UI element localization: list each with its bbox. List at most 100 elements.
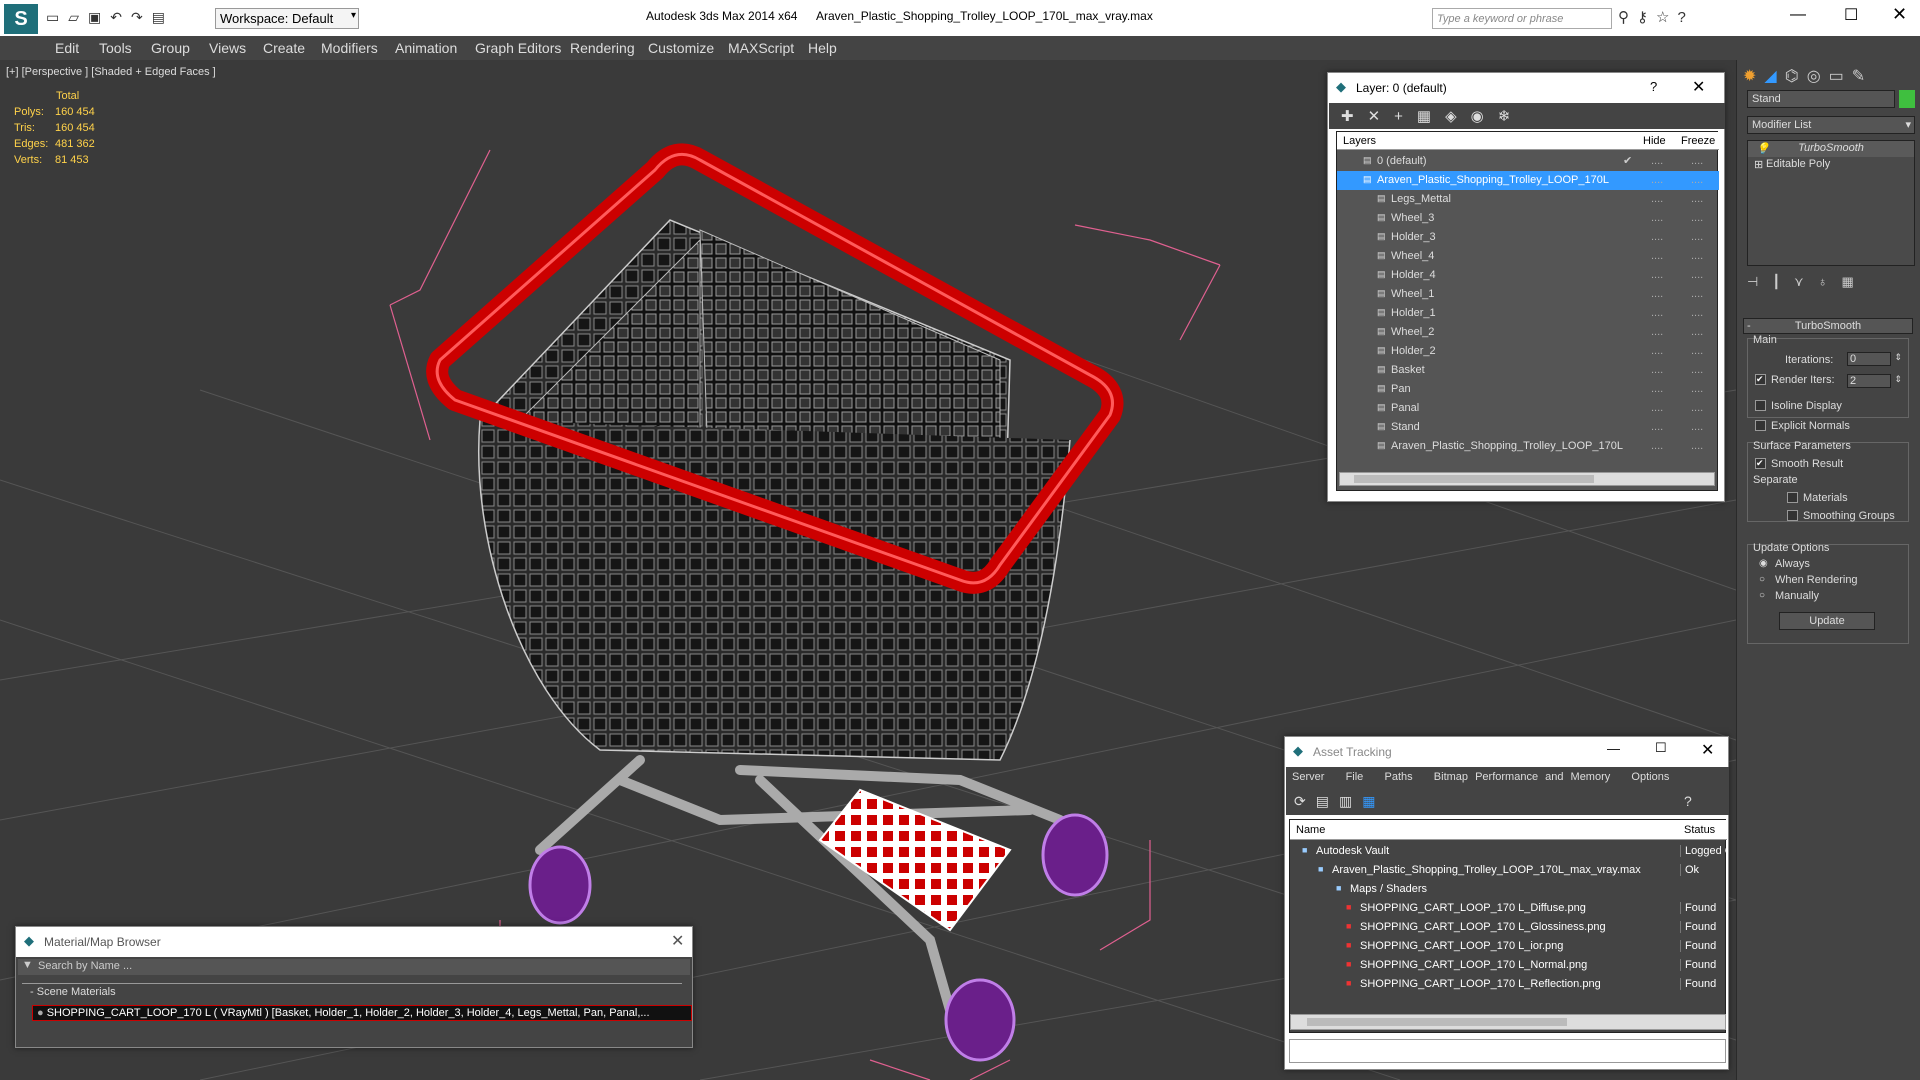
asset-menu-server[interactable]: Server [1292, 771, 1324, 783]
freeze-toggle[interactable]: .... [1691, 383, 1703, 395]
close-button[interactable]: ✕ [1692, 77, 1705, 97]
layer-row[interactable]: ▤ Wheel_2........ [1337, 323, 1719, 342]
freeze-toggle[interactable]: .... [1691, 269, 1703, 281]
col-status[interactable]: Status [1684, 824, 1715, 836]
layer-scrollbar[interactable] [1339, 472, 1715, 486]
freeze-toggle[interactable]: .... [1691, 174, 1703, 186]
asset-menu-bitmap[interactable]: Bitmap Performance and Memory [1434, 771, 1610, 783]
freeze-toggle[interactable]: .... [1691, 250, 1703, 262]
redo-icon[interactable]: ↷ [131, 9, 152, 25]
freeze-toggle[interactable]: .... [1691, 326, 1703, 338]
motion-tab-icon[interactable]: ◎ [1807, 68, 1829, 85]
select-objects-icon[interactable]: ▦ [1417, 108, 1445, 125]
maximize-button[interactable]: ☐ [1844, 5, 1858, 25]
hide-toggle[interactable]: .... [1651, 345, 1663, 357]
col-freeze[interactable]: Freeze [1681, 135, 1715, 147]
project-icon[interactable]: ▤ [152, 9, 174, 25]
maximize-button[interactable]: ☐ [1655, 740, 1667, 756]
menu-animation[interactable]: Animation [395, 40, 457, 56]
layer-row[interactable]: ▤ Stand........ [1337, 418, 1719, 437]
modifier-list-dropdown[interactable]: Modifier List ▾ [1747, 116, 1915, 134]
hide-toggle[interactable]: .... [1651, 383, 1663, 395]
key-icon[interactable]: ⚷ [1637, 9, 1656, 26]
col-hide[interactable]: Hide [1643, 135, 1666, 147]
create-layer-icon[interactable]: ✚ [1341, 108, 1368, 125]
layer-row[interactable]: ▤ Araven_Plastic_Shopping_Trolley_LOOP_17… [1337, 437, 1719, 456]
undo-icon[interactable]: ↶ [110, 9, 131, 25]
refresh-icon[interactable]: ⟳ [1294, 793, 1316, 809]
asset-row[interactable]: ■ SHOPPING_CART_LOOP_170 L_Diffuse.png Fou… [1290, 899, 1727, 918]
isoline-checkbox[interactable] [1755, 400, 1766, 411]
layer-row[interactable]: ▤ Panal........ [1337, 399, 1719, 418]
menu-edit[interactable]: Edit [55, 40, 79, 56]
menu-views[interactable]: Views [209, 40, 246, 56]
scene-materials-group[interactable]: - Scene Materials [22, 983, 682, 999]
menu-tools[interactable]: Tools [99, 40, 132, 56]
workspace-dropdown[interactable]: Workspace: Default ▾ [215, 8, 359, 29]
hide-toggle[interactable]: .... [1651, 174, 1663, 186]
hide-toggle[interactable]: .... [1651, 307, 1663, 319]
close-button[interactable]: ✕ [1701, 740, 1714, 760]
hide-toggle[interactable]: .... [1651, 212, 1663, 224]
asset-row[interactable]: ■ SHOPPING_CART_LOOP_170 L_Glossiness.png… [1290, 918, 1727, 937]
menu-create[interactable]: Create [263, 40, 305, 56]
layer-row[interactable]: ▤ Wheel_4........ [1337, 247, 1719, 266]
pin-stack-icon[interactable]: ⊣ [1747, 274, 1772, 289]
add-selected-icon[interactable]: + [1394, 108, 1417, 125]
layer-row[interactable]: ▤ Holder_3........ [1337, 228, 1719, 247]
modify-tab-icon[interactable]: ◢ [1764, 68, 1784, 85]
star-icon[interactable]: ☆ [1656, 9, 1677, 26]
hide-all-icon[interactable]: ◉ [1471, 108, 1498, 125]
open-file-icon[interactable]: ▱ [68, 9, 88, 25]
material-search-input[interactable]: ▼ Search by Name ... [18, 959, 690, 975]
menu-customize[interactable]: Customize [648, 40, 714, 56]
asset-row[interactable]: ■ SHOPPING_CART_LOOP_170 L_Normal.png Foun… [1290, 956, 1727, 975]
hide-toggle[interactable]: .... [1651, 421, 1663, 433]
help-icon[interactable]: ? [1684, 793, 1702, 809]
utilities-tab-icon[interactable]: ✎ [1852, 68, 1873, 85]
binoculars-icon[interactable]: ⚲ [1618, 9, 1637, 26]
menu-rendering[interactable]: Rendering [570, 40, 635, 56]
freeze-toggle[interactable]: .... [1691, 288, 1703, 300]
render-iters-checkbox[interactable]: ✔ [1755, 374, 1766, 385]
freeze-toggle[interactable]: .... [1691, 421, 1703, 433]
material-item[interactable]: ● SHOPPING_CART_LOOP_170 L ( VRayMtl ) [… [32, 1005, 692, 1021]
layer-row[interactable]: ▤ Wheel_3........ [1337, 209, 1719, 228]
rollout-header[interactable]: - TurboSmooth [1743, 318, 1913, 334]
hide-toggle[interactable]: .... [1651, 326, 1663, 338]
grid-view-icon[interactable]: ▦ [1362, 793, 1385, 809]
layer-row[interactable]: ▤ Araven_Plastic_Shopping_Trolley_LOOP_17… [1337, 171, 1719, 190]
freeze-toggle[interactable]: .... [1691, 345, 1703, 357]
display-tab-icon[interactable]: ▭ [1829, 68, 1852, 85]
layer-row[interactable]: ▤ Holder_4........ [1337, 266, 1719, 285]
hide-toggle[interactable]: .... [1651, 231, 1663, 243]
new-file-icon[interactable]: ▭ [46, 9, 68, 25]
table-icon[interactable]: ▥ [1339, 793, 1362, 809]
freeze-toggle[interactable]: .... [1691, 193, 1703, 205]
asset-menu-file[interactable]: File [1346, 771, 1364, 783]
asset-menu-paths[interactable]: Paths [1384, 771, 1412, 783]
freeze-toggle[interactable]: .... [1691, 402, 1703, 414]
make-unique-icon[interactable]: ⋎ [1794, 274, 1818, 289]
hide-toggle[interactable]: .... [1651, 402, 1663, 414]
configure-sets-icon[interactable]: ▦ [1841, 274, 1867, 289]
app-logo-icon[interactable]: S [4, 4, 38, 34]
asset-scrollbar[interactable] [1290, 1014, 1726, 1030]
menu-help[interactable]: Help [808, 40, 837, 56]
object-color-swatch[interactable] [1899, 90, 1915, 108]
freeze-toggle[interactable]: .... [1691, 155, 1703, 167]
layer-row[interactable]: ▤ Holder_1........ [1337, 304, 1719, 323]
close-button[interactable]: ✕ [671, 931, 684, 951]
save-icon[interactable]: ▣ [88, 9, 110, 25]
bulb-icon[interactable]: 💡 [1756, 142, 1770, 155]
hide-toggle[interactable]: .... [1651, 193, 1663, 205]
minimize-button[interactable]: — [1607, 741, 1620, 756]
layer-row[interactable]: ▤ Legs_Mettal........ [1337, 190, 1719, 209]
asset-menu-options[interactable]: Options [1631, 771, 1669, 783]
hierarchy-tab-icon[interactable]: ⌬ [1785, 68, 1807, 85]
freeze-toggle[interactable]: .... [1691, 440, 1703, 452]
layer-row[interactable]: ▤ Wheel_1........ [1337, 285, 1719, 304]
always-radio[interactable]: ◉ [1759, 558, 1768, 569]
layer-row[interactable]: ▤ 0 (default)........ ✔ [1337, 152, 1719, 171]
hide-toggle[interactable]: .... [1651, 250, 1663, 262]
